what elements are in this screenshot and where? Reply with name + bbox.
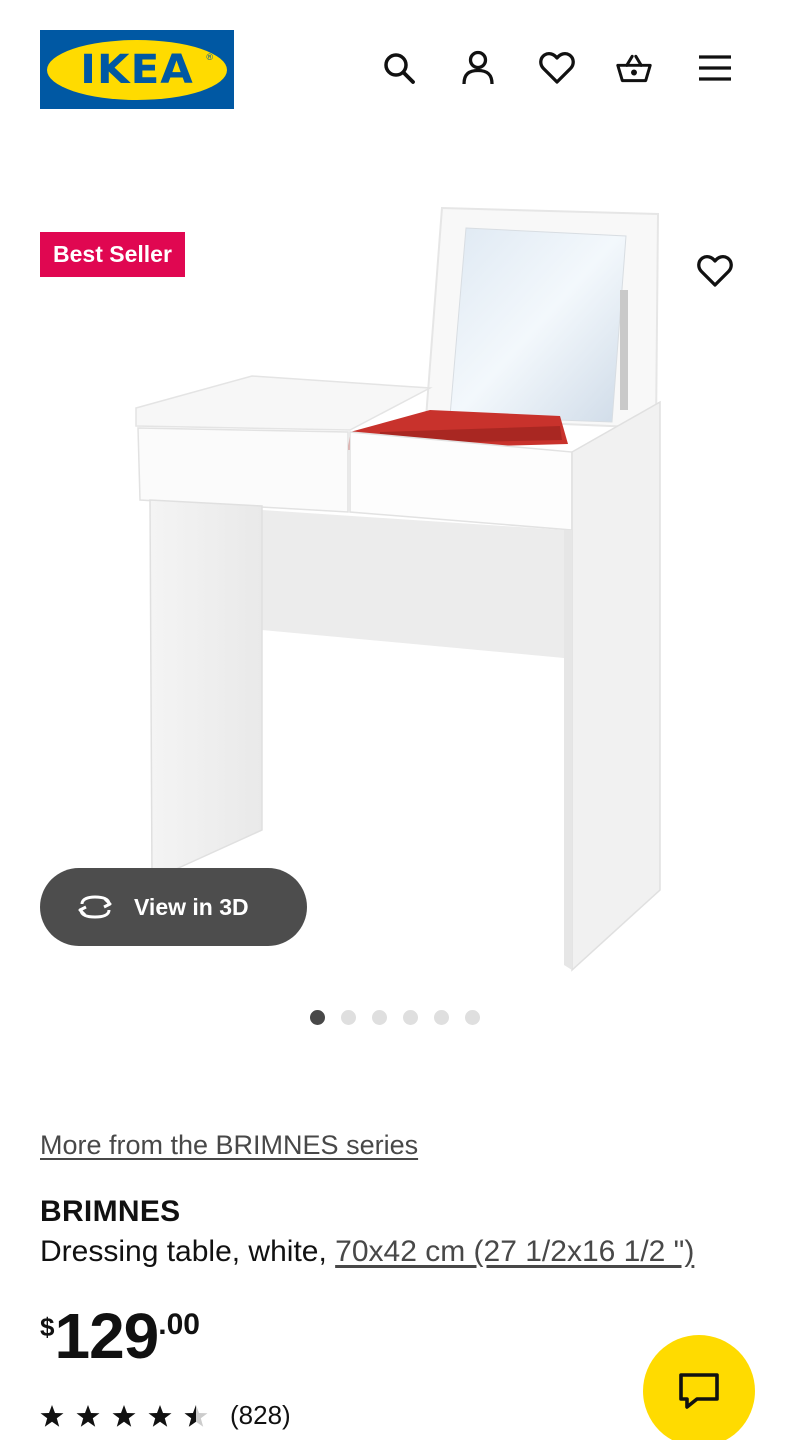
logo-text: IKEA: [80, 46, 194, 93]
star-icon: [76, 1404, 100, 1427]
logo-oval: IKEA ®: [47, 39, 227, 100]
menu-icon[interactable]: [697, 50, 733, 86]
chat-button[interactable]: [643, 1335, 755, 1440]
carousel-dot[interactable]: [434, 1010, 449, 1025]
registered-mark: ®: [206, 51, 213, 62]
heart-icon: [697, 255, 733, 287]
header: IKEA ®: [0, 0, 794, 140]
account-icon[interactable]: [460, 50, 496, 86]
product-description: Dressing table, white, 70x42 cm (27 1/2x…: [40, 1235, 694, 1269]
heart-icon[interactable]: [539, 50, 575, 86]
rating-count: (828): [230, 1400, 291, 1430]
price-decimal: .00: [158, 1308, 200, 1341]
carousel-dot[interactable]: [372, 1010, 387, 1025]
star-icon: [40, 1404, 64, 1427]
ikea-logo[interactable]: IKEA ®: [40, 30, 234, 109]
view-in-3d-label: View in 3D: [134, 893, 249, 920]
best-seller-badge: Best Seller: [40, 232, 185, 277]
carousel-dot[interactable]: [341, 1010, 356, 1025]
product-name: BRIMNES: [40, 1195, 181, 1228]
half-star-icon: [184, 1404, 208, 1427]
basket-icon[interactable]: [616, 50, 652, 86]
chat-icon: [679, 1373, 719, 1409]
star-icon: [112, 1404, 136, 1427]
product-gallery[interactable]: Best Seller View in 3D: [0, 190, 794, 990]
search-icon[interactable]: [381, 50, 417, 86]
product-rating[interactable]: (828): [40, 1400, 291, 1431]
rotate-3d-icon: [78, 895, 112, 919]
product-type: Dressing table, white,: [40, 1235, 336, 1268]
price-integer: 129: [54, 1300, 159, 1372]
series-link[interactable]: More from the BRIMNES series: [40, 1130, 418, 1161]
product-price: $ 129 .00: [40, 1300, 200, 1372]
star-icon: [148, 1404, 172, 1427]
product-size-link[interactable]: 70x42 cm (27 1/2x16 1/2 "): [335, 1235, 694, 1268]
carousel-dot[interactable]: [403, 1010, 418, 1025]
add-to-favourites-button[interactable]: [676, 232, 754, 310]
carousel-dots: [310, 1010, 480, 1025]
price-currency: $: [40, 1312, 55, 1342]
carousel-dot[interactable]: [310, 1010, 325, 1025]
view-in-3d-button[interactable]: View in 3D: [40, 868, 307, 946]
carousel-dot[interactable]: [465, 1010, 480, 1025]
